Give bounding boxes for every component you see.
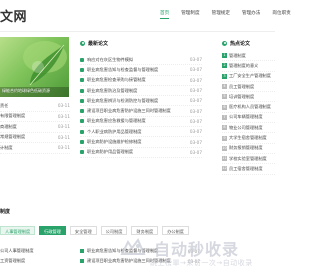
doc-icon [80, 78, 84, 83]
list-item[interactable]: 3 工厂安全生产管理制度 [222, 72, 275, 82]
list-item[interactable]: 建设项目职业病危害防护设施三同时管理制度 03-07 [80, 106, 202, 117]
list-item[interactable]: 响应对在灰区生物件模拟 03-07 [80, 55, 202, 66]
doc-icon [80, 119, 84, 124]
section-dot-icon [80, 40, 85, 46]
left-article-list: 责任 03-11 有限管理制度 03-11 商理制度 03-11 常规管理制度 03-1… [0, 101, 70, 154]
latest-list: 响应对在灰区生物件模拟 03-07 职业病危害告知与检查监督与管理制度 03-07 … [80, 55, 202, 158]
hero-image[interactable]: 绿能合约地球绿色低碳资源 [0, 37, 69, 97]
list-item[interactable]: 责任 03-11 [0, 101, 70, 112]
list-item[interactable]: 7 公司车辆管理制度 [222, 113, 275, 124]
nav-management-methods[interactable]: 管理办法 [242, 8, 260, 19]
list-item[interactable]: 职业病危害防治及管理制度 03-07 [80, 86, 202, 97]
latest-articles: 最新论文 响应对在灰区生物件模拟 03-07 职业病危害告知与检查监督与管理制度 0… [80, 38, 202, 158]
list-item[interactable]: 10 财务报销管理制度 [222, 144, 275, 154]
watermark-text: 自动秒收录 [154, 240, 240, 259]
category-tabs: 人事管理制度 行政管理 安全管理 公司制度 财务制度 办公制度 [0, 226, 189, 235]
doc-icon [80, 249, 84, 253]
nav-job-duties[interactable]: 岗位职责 [272, 8, 290, 19]
tab-finance[interactable]: 财务制度 [131, 226, 159, 235]
watermark-subtext: 跳上榜單→来访一次→自动收录 [150, 259, 253, 267]
list-item[interactable]: 计制度 03-11 [0, 143, 70, 154]
hot-heading: 热点论文 [222, 38, 275, 48]
hot-articles: 热点论文 1 管理制度 2 管理制度的意义 3 工厂安全生产管理制度 4 员工管理制度 … [222, 38, 275, 175]
doc-icon [80, 129, 84, 134]
list-item[interactable]: 5 培训管理制度 [222, 92, 275, 103]
rocket-logo-icon [120, 238, 146, 255]
list-item[interactable]: 2 管理制度的意义 [222, 61, 275, 72]
watermark: 自动秒收录 跳上榜單→来访一次→自动收录 [118, 236, 258, 270]
tab-company[interactable]: 公司制度 [100, 226, 128, 235]
main-nav: 首页 管理制度 管理规定 管理办法 岗位职责 [160, 8, 303, 19]
category-heading: 制度 [0, 209, 11, 215]
nav-management-system[interactable]: 管理制度 [181, 8, 199, 19]
site-header: 文网 首页 管理制度 管理规定 管理办法 岗位职责 [0, 0, 291, 32]
hero-caption: 绿能合约地球绿色低碳资源 [2, 88, 50, 93]
list-item[interactable]: 8 物业公司管理制度 [222, 123, 275, 134]
list-item[interactable]: 有限管理制度 03-11 [0, 112, 70, 122]
list-item[interactable]: 个人职业病防护用品管理制度 03-07 [80, 127, 202, 138]
doc-icon [80, 88, 84, 93]
section-dot-icon [222, 40, 227, 46]
doc-icon [80, 140, 84, 145]
list-item[interactable]: 1 管理制度 [222, 51, 275, 62]
tab-personnel[interactable]: 人事管理制度 [0, 226, 36, 235]
hot-list: 1 管理制度 2 管理制度的意义 3 工厂安全生产管理制度 4 员工管理制度 5 培训管理… [222, 51, 275, 175]
site-logo[interactable]: 文网 [0, 6, 27, 25]
tab-safety[interactable]: 安全管理 [69, 226, 97, 235]
doc-icon [80, 109, 84, 114]
list-item[interactable]: 职业病危害应急救援与管理制度 03-07 [80, 117, 202, 128]
list-item[interactable]: 职业病危害检查采购与接管制度 03-07 [80, 76, 202, 86]
doc-icon [80, 259, 84, 263]
list-item[interactable]: 9 大学生宿舍管理制度 [222, 133, 275, 144]
list-item[interactable]: 职业病危害辨识与检测防控与管理制度 03-07 [80, 96, 202, 107]
nav-management-rules[interactable]: 管理规定 [212, 8, 230, 19]
list-item[interactable]: 职业病防护用品管理制度 03-07 [80, 148, 202, 158]
nav-home[interactable]: 首页 [160, 8, 170, 19]
tab-admin[interactable]: 行政管理 [39, 226, 66, 235]
latest-heading: 最新论文 [80, 38, 202, 48]
list-item[interactable]: 职业病防护设施维护检修制度 03-07 [80, 137, 202, 148]
tab-office[interactable]: 办公制度 [162, 226, 189, 235]
doc-icon [80, 150, 84, 155]
list-item[interactable]: 12 员工宿舍管理制度 [222, 164, 275, 175]
list-item[interactable]: 11 学校实验室管理制度 [222, 154, 275, 165]
doc-icon [80, 67, 84, 72]
list-item[interactable]: 4 员工管理制度 [222, 82, 275, 93]
list-item[interactable]: 常规管理制度 03-11 [0, 133, 70, 143]
doc-icon [80, 57, 84, 62]
doc-icon [80, 98, 84, 103]
list-item[interactable]: 6 医疗机构人员管理制度 [222, 102, 275, 113]
list-item[interactable]: 职业病危害告知与检查监督与管理制度 03-07 [80, 65, 202, 76]
list-item[interactable]: 商理制度 03-11 [0, 122, 70, 133]
